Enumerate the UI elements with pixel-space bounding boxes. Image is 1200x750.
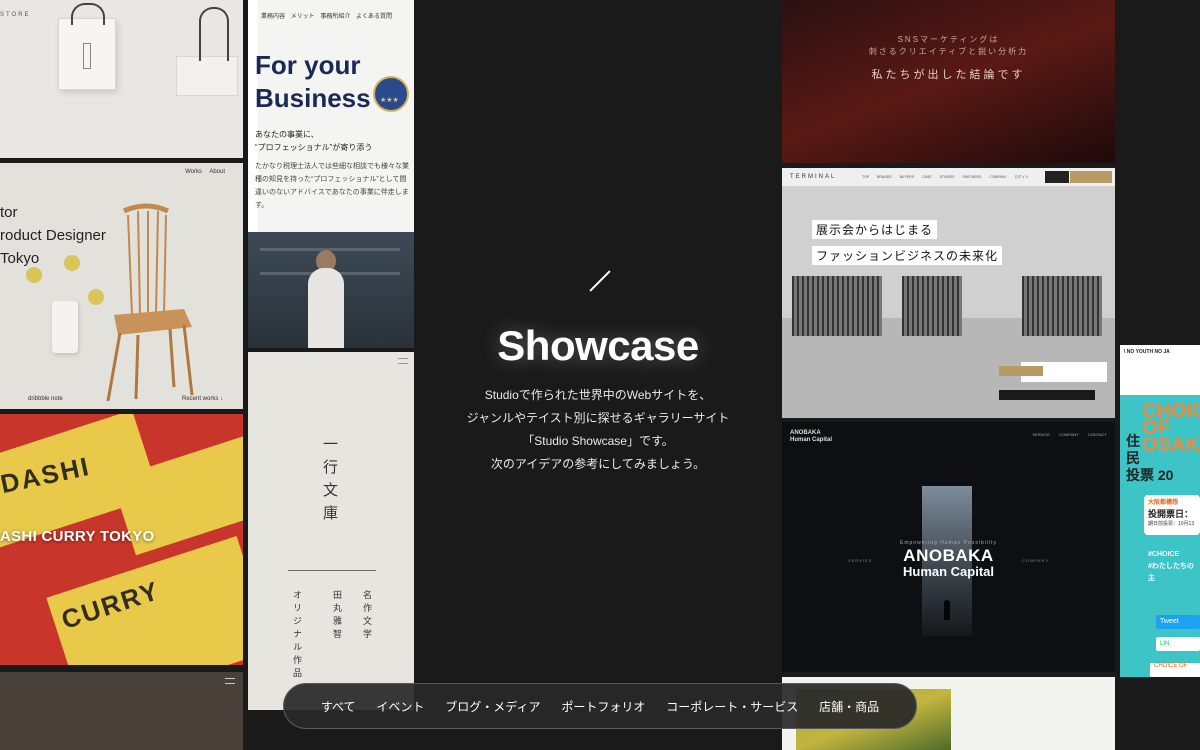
card-title: ASHI CURRY TOKYO — [0, 528, 155, 545]
card-title: 一行文庫 — [321, 436, 339, 528]
card-nav: TOP BRANDS BUYERS CASE STUDIES PARTNERS … — [862, 175, 1029, 179]
store-label: STORE — [0, 12, 31, 18]
showcase-card-choice-of-osaka[interactable]: \ NO YOUTH NO JA CHOICE OF OSAKA 住 民 投票 … — [1120, 345, 1200, 677]
info-label: 期日前投票：10月13 — [1148, 521, 1195, 527]
clothing-rack-image — [1022, 276, 1102, 336]
card-tagline: \ NO YOUTH NO JA — [1124, 349, 1170, 355]
card-nav: SERVICE COMPANY CONTACT — [1032, 432, 1107, 437]
showcase-card-product-designer[interactable]: Works About tor roduct Designer Tokyo dr… — [0, 163, 243, 409]
filter-store-product[interactable]: 店舗・商品 — [819, 698, 879, 715]
card-title: Human Capital — [902, 564, 994, 579]
card-headline: 展示会からはじまる — [812, 220, 938, 239]
recent-works-link: Recent works ↓ — [181, 396, 223, 402]
filter-blog-media[interactable]: ブログ・メディア — [445, 698, 540, 715]
kitchen-photo — [248, 232, 414, 348]
line-button: LIN — [1156, 637, 1200, 651]
category-label: オリジナル作品 — [291, 590, 301, 681]
side-label: COMPANY — [1022, 558, 1049, 563]
showcase-card-terminal[interactable]: TERMINAL TOP BRANDS BUYERS CASE STUDIES … — [782, 168, 1115, 418]
filter-all[interactable]: すべて — [321, 698, 356, 715]
footer-label: CHOICE OF — [1150, 663, 1200, 677]
showcase-card-ichigyo-bunko[interactable]: 一行文庫 名作文学 田丸雅智 オリジナル作品 — [248, 352, 414, 710]
showcase-card-tax-firm[interactable]: 業務内容 メリット 事務所紹介 よくある質問 For your Business… — [248, 0, 414, 348]
hashtag-text: #CHOICE #わたしたちの主 — [1148, 551, 1194, 582]
card-nav: 業務内容 メリット 事務所紹介 よくある質問 — [261, 14, 393, 20]
page-title: Showcase — [497, 322, 699, 369]
tweet-button: Tweet — [1156, 615, 1200, 629]
category-filter-nav: すべて イベント ブログ・メディア ポートフォリオ コーポレート・サービス 店舗… — [283, 683, 917, 729]
terminal-logo: TERMINAL — [790, 174, 837, 180]
info-label: 大阪都構想 — [1148, 500, 1179, 506]
filter-corporate-service[interactable]: コーポレート・サービス — [666, 698, 798, 715]
hamburger-icon — [398, 358, 408, 364]
card-links: dribbble note — [28, 396, 63, 402]
card-headline: tor roduct Designer Tokyo — [0, 204, 106, 267]
side-label: SERVICE — [848, 558, 873, 563]
info-label: 投開票日： — [1148, 509, 1194, 519]
category-label: 名作文学 — [361, 590, 371, 642]
anobaka-logo: ANOBAKA Human Capital — [790, 430, 833, 443]
lemon-image — [26, 267, 42, 283]
card-headline: ファッションビジネスの未来化 — [812, 246, 1003, 265]
filter-event[interactable]: イベント — [376, 698, 424, 715]
studio-logo-icon — [589, 270, 611, 292]
card-title: For your Business — [255, 50, 371, 113]
card-title: ANOBAKA — [903, 546, 994, 565]
lemon-image — [88, 289, 104, 305]
card-subtitle: 住 民 投票 20 — [1126, 433, 1174, 483]
filter-portfolio[interactable]: ポートフォリオ — [561, 698, 645, 715]
card-title: 私たちが出した結論です — [871, 69, 1026, 81]
chair-image — [106, 203, 194, 402]
showcase-card-store[interactable]: STORE — [0, 0, 243, 158]
author-label: 田丸雅智 — [331, 590, 341, 642]
award-badge-icon — [373, 76, 409, 112]
showcase-card-anobaka[interactable]: ANOBAKA Human Capital SERVICE COMPANY CO… — [782, 422, 1115, 672]
hamburger-icon — [225, 678, 235, 684]
lemon-image — [64, 255, 80, 271]
card-nav: Works About — [185, 169, 225, 175]
showcase-card-leather[interactable] — [0, 672, 243, 750]
shopping-bag-image — [58, 3, 116, 90]
person-silhouette — [944, 600, 950, 620]
hero-section: Showcase Studioで作られた世界中のWebサイトを、 ジャンルやテイ… — [414, 0, 782, 750]
vase-image — [52, 301, 78, 353]
showcase-card-sns-marketing[interactable]: SNSマーケティングは 刺さるクリエイティブと鋭い分析力 私たちが出した結論です — [782, 0, 1115, 163]
card-subtitle: SNSマーケティングは 刺さるクリエイティブと鋭い分析力 — [868, 35, 1029, 56]
clothing-rack-image — [792, 276, 882, 336]
card-subtitle: あなたの事業に、 “プロフェッショナル”が寄り添う — [255, 130, 373, 152]
clothing-rack-image — [902, 276, 962, 336]
shopping-bag-image — [176, 7, 238, 96]
hero-description: Studioで作られた世界中のWebサイトを、 ジャンルやテイスト別に探せるギャ… — [466, 388, 730, 471]
showcase-card-dashi-curry[interactable]: DASHI CURRY ASHI CURRY TOKYO — [0, 414, 243, 665]
card-body: たかなり税理士法人では些細な相談でも様々な業種の知見を持った“プロフェッショナル… — [255, 163, 409, 209]
